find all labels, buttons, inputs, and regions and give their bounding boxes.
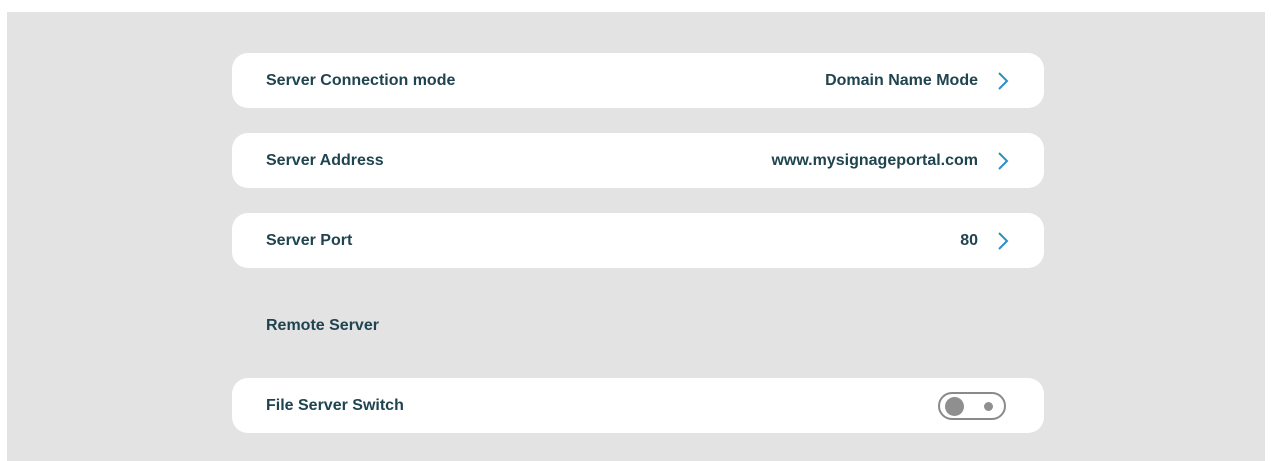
server-connection-mode-row[interactable]: Server Connection mode Domain Name Mode [232,53,1044,108]
file-server-switch-row[interactable]: File Server Switch [232,378,1044,433]
chevron-right-icon[interactable] [996,71,1010,91]
chevron-right-icon[interactable] [996,151,1010,171]
settings-panel: Server Connection mode Domain Name Mode … [7,12,1265,461]
server-address-value: www.mysignageportal.com [771,151,978,169]
chevron-right-icon[interactable] [996,231,1010,251]
server-port-label: Server Port [266,231,353,249]
toggle-indicator-dot [984,401,993,411]
server-address-row[interactable]: Server Address www.mysignageportal.com [232,133,1044,188]
server-port-value: 80 [960,231,978,249]
file-server-toggle[interactable] [938,391,1006,420]
server-connection-mode-value: Domain Name Mode [825,71,978,89]
file-server-switch-label: File Server Switch [266,396,404,414]
remote-server-heading: Remote Server [266,317,379,334]
server-address-label: Server Address [266,151,384,169]
server-connection-mode-label: Server Connection mode [266,71,456,89]
server-port-row[interactable]: Server Port 80 [232,213,1044,268]
toggle-knob [945,396,964,416]
